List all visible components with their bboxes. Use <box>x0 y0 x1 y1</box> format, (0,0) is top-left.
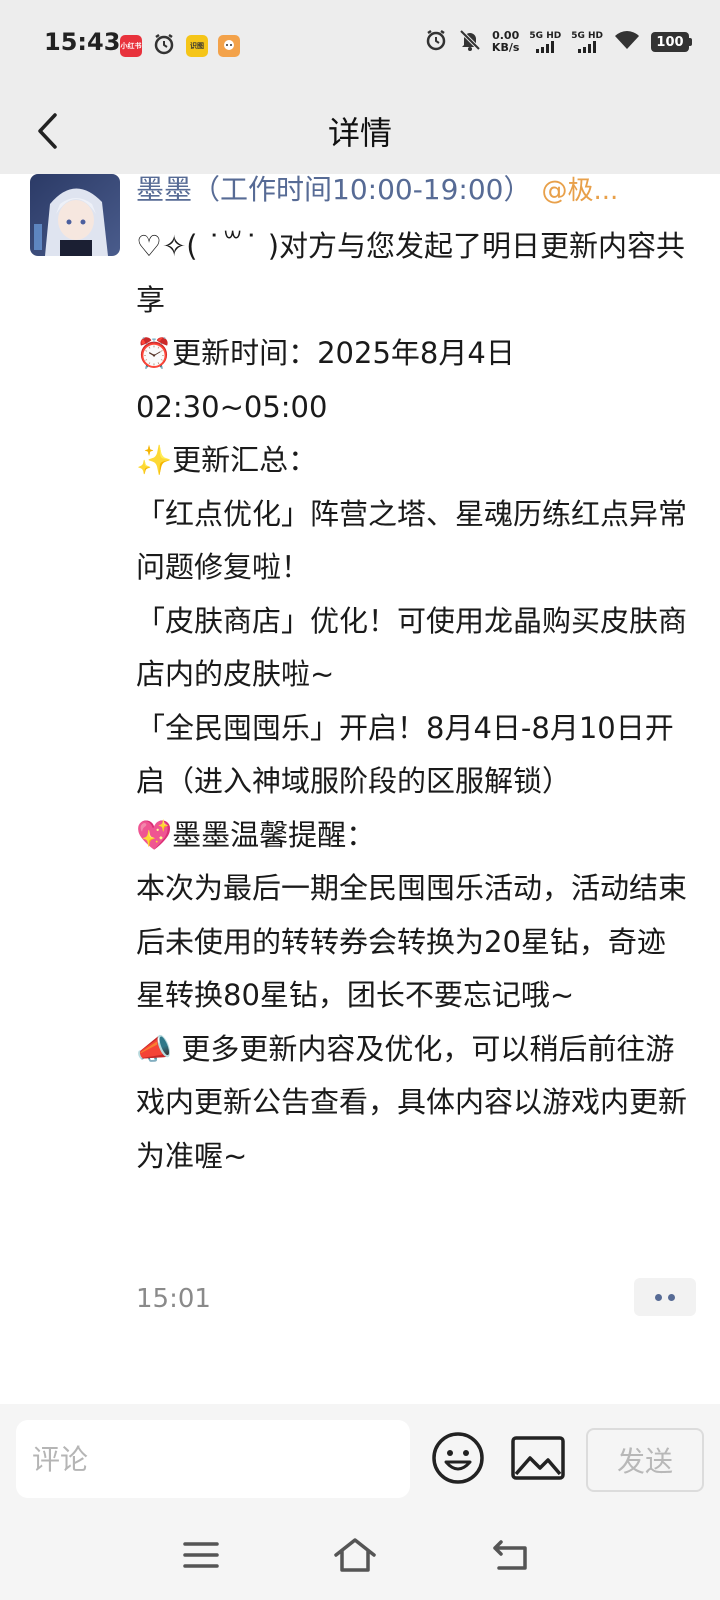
image-icon <box>511 1436 565 1480</box>
signal-1-bars-icon <box>536 41 555 53</box>
author-mention[interactable]: @极... <box>542 176 619 206</box>
author-line: 墨墨（工作时间10:00-19:00） @极... <box>136 174 696 207</box>
scan-app-icon: 识图 <box>186 35 208 57</box>
message-line: 本次为最后一期全民囤囤乐活动，活动结束后未使用的转转券会转换为20星钻，奇迹星转… <box>136 871 688 1012</box>
mute-bell-icon <box>458 28 482 56</box>
comment-input[interactable] <box>16 1420 410 1498</box>
send-button[interactable]: 发送 <box>586 1428 704 1492</box>
signal-1: 5G HD <box>529 31 561 53</box>
alarm-icon <box>152 32 176 60</box>
page-title: 详情 <box>327 114 392 152</box>
comment-bar: 发送 <box>0 1404 720 1510</box>
net-speed: 0.00 KB/s <box>492 30 519 54</box>
author-name[interactable]: 墨墨（工作时间10:00-19:00） <box>136 174 532 206</box>
battery-icon: 100 <box>651 32 692 52</box>
message-line: ⏰更新时间：2025年8月4日02:30~05:00 <box>136 336 515 424</box>
smiley-icon <box>432 1432 484 1484</box>
signal-1-label: 5G HD <box>529 31 562 41</box>
return-icon <box>493 1540 527 1570</box>
alarm-clock-icon <box>424 28 448 56</box>
more-options-button[interactable] <box>634 1278 696 1316</box>
emoji-button[interactable] <box>430 1430 486 1486</box>
dot-icon <box>668 1293 675 1301</box>
image-button[interactable] <box>510 1434 566 1482</box>
menu-button[interactable] <box>176 1530 226 1580</box>
message-line: 📣 更多更新内容及优化，可以稍后前往游戏内更新公告查看，具体内容以游戏内更新为准… <box>136 1031 688 1173</box>
system-nav <box>0 1510 720 1600</box>
post-content: 墨墨（工作时间10:00-19:00） @极... ♡✧( ˙꒳˙ )对方与您发起… <box>0 174 720 1404</box>
message-line: 「全民囤囤乐」开启！8月4日-8月10日开启（进入神域服阶段的区服解锁） <box>136 710 674 799</box>
status-bar: 15:43 小红书 识图 0.00 KB/s 5G HD 5G HD 100 <box>0 0 720 88</box>
avatar[interactable] <box>30 174 120 256</box>
dot-icon <box>655 1293 662 1301</box>
back-system-button[interactable] <box>486 1530 536 1580</box>
message-line: ♡✧( ˙꒳˙ )对方与您发起了明日更新内容共享 <box>136 229 686 317</box>
post-timestamp: 15:01 <box>136 1284 211 1314</box>
message-line: 「皮肤商店」优化！可使用龙晶购买皮肤商店内的皮肤啦~ <box>136 603 688 692</box>
top-nav: 详情 <box>0 88 720 174</box>
status-time: 15:43 <box>44 28 121 56</box>
wifi-icon <box>613 29 641 55</box>
avatar-app-icon <box>218 35 240 57</box>
message-line: 💖墨墨温馨提醒： <box>136 817 376 852</box>
xiaohongshu-icon: 小红书 <box>120 35 142 57</box>
signal-2-label: 5G HD <box>571 31 603 41</box>
notification-icons: 小红书 识图 <box>120 32 240 60</box>
home-icon <box>334 1538 376 1572</box>
net-speed-unit: KB/s <box>491 41 520 54</box>
battery-level: 100 <box>651 32 689 52</box>
message-body: ♡✧( ˙꒳˙ )对方与您发起了明日更新内容共享 ⏰更新时间：2025年8月4日… <box>136 220 692 1183</box>
status-right: 0.00 KB/s 5G HD 5G HD 100 <box>424 28 692 56</box>
message-line: 「红点优化」阵营之塔、星魂历练红点异常问题修复啦！ <box>136 496 688 585</box>
signal-2-bars-icon <box>578 41 597 53</box>
message-line: ✨更新汇总： <box>136 443 318 477</box>
signal-2: 5G HD <box>571 31 603 53</box>
home-button[interactable] <box>330 1530 380 1580</box>
menu-icon <box>183 1542 219 1568</box>
